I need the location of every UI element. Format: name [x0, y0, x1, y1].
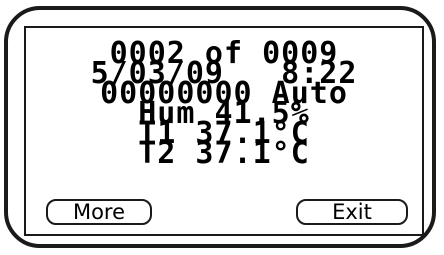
more-button[interactable]: More — [46, 199, 152, 225]
reading-lines: 0002 of 0009 5/03/09 8:22 00000000 Auto … — [26, 39, 422, 171]
temperature-2-reading: T2 37.1°C — [138, 136, 310, 171]
exit-button[interactable]: Exit — [296, 199, 408, 225]
device-frame: 0002 of 0009 5/03/09 8:22 00000000 Auto … — [4, 6, 436, 248]
lcd-screen: 0002 of 0009 5/03/09 8:22 00000000 Auto … — [24, 26, 424, 236]
